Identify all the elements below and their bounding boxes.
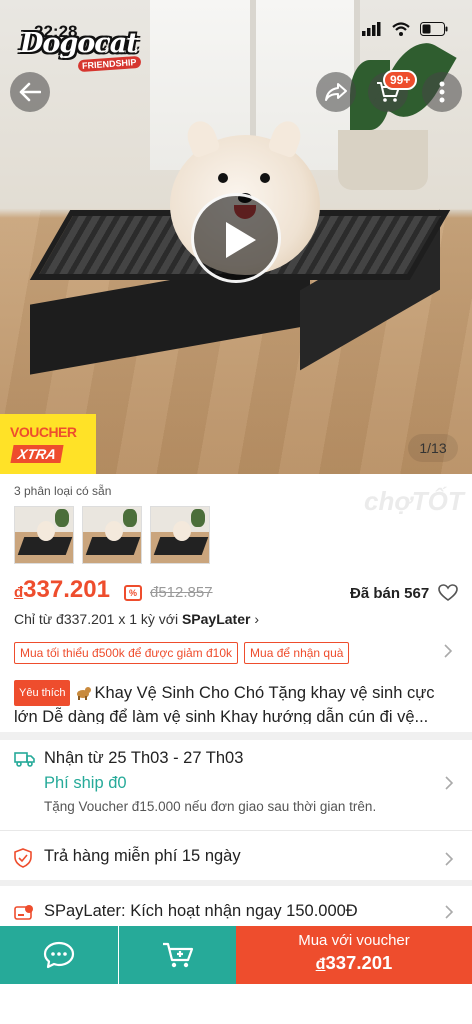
background-plant: [338, 130, 428, 190]
shield-check-icon: [14, 848, 32, 868]
wifi-icon: [392, 22, 410, 36]
video-play-button[interactable]: [191, 193, 281, 283]
battery-icon: [420, 22, 448, 36]
watermark: chợTỐT: [364, 486, 464, 516]
buy-with-voucher-button[interactable]: Mua với voucher đ337.201: [236, 926, 472, 984]
bottom-action-bar: Mua với voucher đ337.201: [0, 926, 472, 984]
home-indicator-area: [0, 984, 472, 1024]
share-icon: [325, 83, 347, 101]
product-title: Yêu thích Khay Vệ Sinh Cho Chó Tặng khay…: [14, 680, 460, 724]
back-button[interactable]: [10, 72, 50, 112]
spaylater-promo-text: SPayLater: Kích hoạt nhận ngay 150.000Đ: [44, 902, 358, 920]
voucher-xtra-badge: VOUCHER XTRA: [0, 414, 96, 474]
sold-count: Đã bán 567: [350, 585, 430, 602]
buy-price: đ337.201: [315, 952, 393, 973]
chevron-right-icon: [445, 852, 454, 866]
product-image-carousel[interactable]: 22:28 Dogocat FRIENDSHIP 99+ VOUCHER XTR…: [0, 0, 472, 474]
chevron-right-icon[interactable]: [443, 643, 453, 659]
truck-icon: [14, 752, 35, 767]
buy-label: Mua với voucher: [298, 932, 410, 949]
shop-logo: Dogocat FRIENDSHIP: [20, 20, 150, 73]
variant-thumbnail[interactable]: [14, 506, 74, 564]
row-divider: [0, 830, 472, 831]
deal-tag-icon: %: [124, 585, 142, 601]
shipping-fee: Phí ship đ0: [44, 774, 127, 792]
logo-text: Dogocat: [20, 28, 139, 59]
spay-brand: SPayLater: [181, 611, 251, 627]
variants-count-label: 3 phân loại có sẵn: [14, 484, 112, 498]
favorite-badge: Yêu thích: [14, 680, 71, 706]
delivery-date: Nhận từ 25 Th03 - 27 Th03: [44, 749, 244, 767]
chevron-right-icon: [445, 905, 454, 919]
chat-button[interactable]: [0, 926, 118, 984]
return-policy-text: Trả hàng miễn phí 15 ngày: [44, 847, 241, 865]
image-counter: 1/13: [408, 434, 458, 462]
original-price: đ512.857: [150, 584, 213, 601]
variant-thumbnail[interactable]: [82, 506, 142, 564]
promo-tag[interactable]: Mua để nhận quà: [244, 642, 350, 664]
spaylater-icon: [14, 905, 33, 920]
cart-count-badge: 99+: [383, 70, 418, 90]
shipping-voucher-note: Tặng Voucher đ15.000 nếu đơn giao sau th…: [44, 799, 377, 814]
play-icon: [226, 222, 256, 258]
chevron-right-icon: [445, 776, 454, 790]
heart-icon[interactable]: [438, 584, 458, 602]
spaylater-installment[interactable]: Chỉ từ đ337.201 x 1 kỳ với SPayLater ›: [14, 611, 259, 627]
arrow-left-icon: [19, 82, 41, 102]
voucher-label: VOUCHER: [10, 424, 77, 440]
variant-thumbnails: [14, 506, 210, 564]
section-divider: [0, 880, 472, 886]
variant-thumbnail[interactable]: [150, 506, 210, 564]
dog-emoji-icon: [77, 687, 92, 700]
chat-icon: [43, 941, 75, 969]
share-button[interactable]: [316, 72, 356, 112]
add-to-cart-icon: [162, 942, 193, 968]
cellular-signal-icon: [362, 22, 381, 36]
chevron-right-icon: ›: [254, 611, 260, 627]
more-vertical-icon: [439, 81, 445, 103]
spay-prefix: Chỉ từ đ337.201 x 1 kỳ với: [14, 611, 182, 627]
promo-tags: Mua tối thiểu đ500k để được giảm đ10k Mu…: [14, 642, 350, 664]
promo-tag[interactable]: Mua tối thiểu đ500k để được giảm đ10k: [14, 642, 239, 664]
current-price: đ337.201: [14, 576, 110, 603]
add-to-cart-button[interactable]: [119, 926, 236, 984]
xtra-label: XTRA: [10, 445, 64, 463]
section-divider: [0, 732, 472, 740]
more-options-button[interactable]: [422, 72, 462, 112]
